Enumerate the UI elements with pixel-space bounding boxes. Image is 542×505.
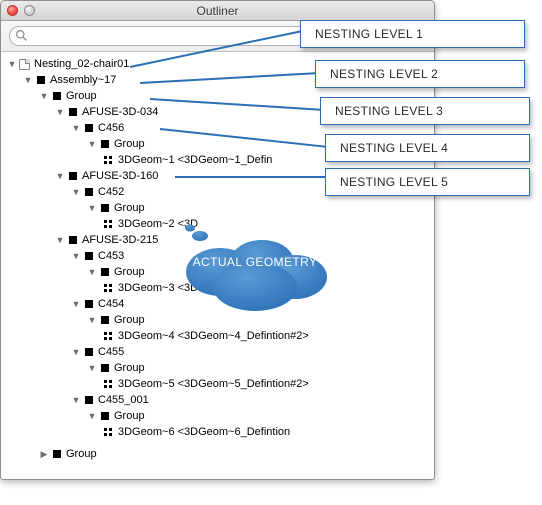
label: 3DGeom~1 <3DGeom~1_Defin	[117, 154, 272, 166]
component-icon	[85, 252, 93, 260]
disclosure-icon[interactable]	[87, 315, 97, 325]
tree-row[interactable]: AFUSE-3D-034	[5, 104, 434, 120]
disclosure-icon[interactable]	[71, 251, 81, 261]
tree-row[interactable]: Group	[5, 360, 434, 376]
disclosure-icon[interactable]	[39, 91, 49, 101]
disclosure-icon[interactable]	[55, 107, 65, 117]
label: C453	[97, 250, 124, 262]
component-icon	[69, 236, 77, 244]
geometry-icon	[104, 428, 113, 437]
component-icon	[101, 412, 109, 420]
label: Group	[65, 90, 97, 102]
component-icon	[37, 76, 45, 84]
label: C455_001	[97, 394, 149, 406]
disclosure-icon[interactable]	[87, 267, 97, 277]
titlebar[interactable]: Outliner	[1, 1, 434, 21]
search-icon	[15, 29, 28, 42]
label: Group	[113, 362, 145, 374]
tree-row[interactable]: Group	[5, 200, 434, 216]
file-icon	[19, 59, 30, 70]
label: Group	[65, 448, 97, 460]
disclosure-icon[interactable]	[71, 123, 81, 133]
component-icon	[101, 364, 109, 372]
tree-row[interactable]: C452	[5, 184, 434, 200]
window-title: Outliner	[1, 4, 434, 18]
label: C455	[97, 346, 124, 358]
label: C454	[97, 298, 124, 310]
callout-geometry-cloud: ACTUAL GEOMETRY	[170, 222, 340, 300]
disclosure-icon[interactable]	[7, 59, 17, 69]
tree-row[interactable]: C456	[5, 120, 434, 136]
tree-row[interactable]: C455	[5, 344, 434, 360]
minimize-icon[interactable]	[24, 5, 35, 16]
disclosure-icon[interactable]	[87, 363, 97, 373]
disclosure-icon[interactable]	[23, 75, 33, 85]
label: Assembly~17	[49, 74, 116, 86]
tree-row-assembly[interactable]: Assembly~17	[5, 72, 434, 88]
disclosure-icon[interactable]	[87, 411, 97, 421]
label: C452	[97, 186, 124, 198]
geometry-icon	[104, 284, 113, 293]
label: AFUSE-3D-160	[81, 170, 158, 182]
label: C456	[97, 122, 124, 134]
geometry-icon	[104, 156, 113, 165]
component-icon	[69, 172, 77, 180]
tree-row-group[interactable]: Group	[5, 446, 434, 462]
window-controls	[7, 5, 35, 16]
callout-geometry-label: ACTUAL GEOMETRY	[170, 255, 340, 269]
tree-row-geom[interactable]: 3DGeom~1 <3DGeom~1_Defin	[5, 152, 434, 168]
disclosure-icon[interactable]	[71, 299, 81, 309]
label: Group	[113, 202, 145, 214]
geometry-icon	[104, 380, 113, 389]
label: Group	[113, 410, 145, 422]
tree-row[interactable]: Group	[5, 408, 434, 424]
cloud-icon	[170, 222, 340, 322]
disclosure-icon[interactable]	[39, 449, 49, 460]
disclosure-icon[interactable]	[55, 235, 65, 245]
search-field	[9, 26, 426, 46]
tree-row[interactable]: AFUSE-3D-160	[5, 168, 434, 184]
disclosure-icon[interactable]	[87, 203, 97, 213]
search-input[interactable]	[9, 26, 426, 46]
tree-row[interactable]: C455_001	[5, 392, 434, 408]
label: Group	[113, 138, 145, 150]
tree-row-geom[interactable]: 3DGeom~6 <3DGeom~6_Defintion	[5, 424, 434, 440]
component-icon	[85, 124, 93, 132]
tree-row[interactable]: Group	[5, 136, 434, 152]
component-icon	[85, 396, 93, 404]
tree-row-root[interactable]: Nesting_02-chair01	[5, 56, 434, 72]
label: Group	[113, 266, 145, 278]
label: Nesting_02-chair01	[33, 58, 129, 70]
search-row	[1, 21, 434, 52]
label: 3DGeom~5 <3DGeom~5_Defintion#2>	[117, 378, 309, 390]
label: AFUSE-3D-034	[81, 106, 158, 118]
disclosure-icon[interactable]	[87, 139, 97, 149]
component-icon	[85, 300, 93, 308]
label: 3DGeom~4 <3DGeom~4_Defintion#2>	[117, 330, 309, 342]
tree-row-group[interactable]: Group	[5, 88, 434, 104]
component-icon	[101, 268, 109, 276]
disclosure-icon[interactable]	[71, 347, 81, 357]
tree-row-geom[interactable]: 3DGeom~5 <3DGeom~5_Defintion#2>	[5, 376, 434, 392]
component-icon	[85, 348, 93, 356]
component-icon	[101, 204, 109, 212]
component-icon	[101, 140, 109, 148]
disclosure-icon[interactable]	[71, 395, 81, 405]
geometry-icon	[104, 220, 113, 229]
component-icon	[69, 108, 77, 116]
disclosure-icon[interactable]	[71, 187, 81, 197]
disclosure-icon[interactable]	[55, 171, 65, 181]
label: 3DGeom~6 <3DGeom~6_Defintion	[117, 426, 290, 438]
tree-row-geom[interactable]: 3DGeom~4 <3DGeom~4_Defintion#2>	[5, 328, 434, 344]
component-icon	[53, 450, 61, 458]
label: AFUSE-3D-215	[81, 234, 158, 246]
component-icon	[85, 188, 93, 196]
geometry-icon	[104, 332, 113, 341]
component-icon	[53, 92, 61, 100]
label: Group	[113, 314, 145, 326]
component-icon	[101, 316, 109, 324]
close-icon[interactable]	[7, 5, 18, 16]
